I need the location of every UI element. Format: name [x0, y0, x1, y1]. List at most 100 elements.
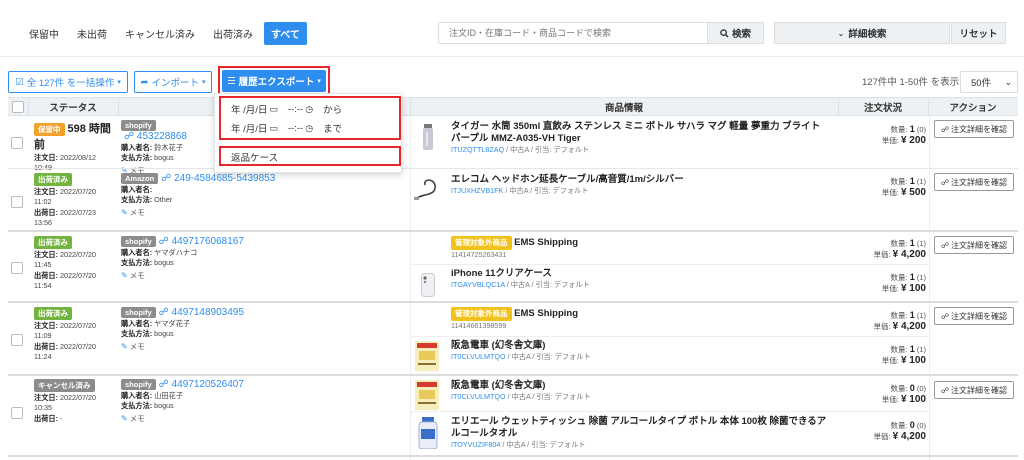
- product-thumbnail: [416, 417, 440, 449]
- order-link[interactable]: ☍ 4497148903495: [159, 307, 244, 318]
- advanced-search-button[interactable]: ⌄ 詳細検索: [774, 22, 950, 44]
- row-order-cell: shopify ☍ 4497148903495 購入者名: ヤマダ花子 支払方法:…: [121, 307, 406, 352]
- row-checkbox[interactable]: [11, 407, 23, 419]
- status-badge: 出荷済み: [34, 173, 72, 186]
- product-name: EMS Shipping: [514, 308, 578, 319]
- search-button[interactable]: 検索: [708, 22, 764, 44]
- returns-menu-item[interactable]: 返品ケース: [231, 150, 278, 164]
- product-thumbnail: [417, 272, 439, 298]
- order-detail-button[interactable]: ☍ 注文詳細を確認: [934, 381, 1014, 399]
- status-badge: 保留中: [34, 123, 65, 136]
- advanced-search-label: 詳細検索: [848, 29, 887, 40]
- time-from-input[interactable]: --:-- ◷: [288, 104, 313, 115]
- external-link-icon: ☍: [940, 311, 950, 321]
- row-status-cell: 出荷済み 注文日: 2022/07/20 11:09 出荷日: 2022/07/…: [34, 307, 96, 361]
- pencil-icon: ✎: [121, 413, 128, 423]
- sku-link[interactable]: ITOYVUZIF804: [451, 440, 500, 449]
- tab-shipped[interactable]: 出荷済み: [206, 22, 260, 45]
- unmanaged-badge: 管理対象外商品: [451, 236, 512, 250]
- order-link[interactable]: ☍ 249-4584685-5439853: [161, 173, 275, 184]
- tab-unshipped[interactable]: 未出荷: [70, 22, 114, 45]
- memo-link[interactable]: ✎ メモ: [121, 413, 406, 424]
- product-info: 管理対象外商品 EMS Shipping 11414661398599: [451, 307, 578, 330]
- product-info: タイガー 水筒 350ml 直飲み ステンレス ミニ ボトル サハラ マグ 軽量…: [451, 121, 829, 155]
- order-qty: 数量: 1 (1) 単価: ¥ 4,200: [873, 310, 926, 332]
- calendar-icon: ▭: [269, 103, 278, 114]
- sku-link[interactable]: IT0CLVULMTQO: [451, 352, 506, 361]
- external-link-icon: ☍: [940, 385, 950, 395]
- external-link-icon: ☍: [940, 177, 950, 187]
- channel-badge: shopify: [121, 379, 156, 390]
- caret-down-icon: ▾: [117, 79, 121, 86]
- product-thumbnail: [417, 124, 439, 150]
- bulk-action-label: 全 127件 を一括操作: [26, 78, 115, 89]
- divider: [0, 56, 1024, 57]
- sku-link[interactable]: ITUZQTTL8ZAQ: [451, 145, 504, 154]
- header-order-status: 注文状況: [863, 102, 902, 114]
- product-name: EMS Shipping: [514, 237, 578, 248]
- sku-link[interactable]: ITJUXHZVB1FK: [451, 186, 503, 195]
- channel-badge: shopify: [121, 120, 156, 131]
- row-order-cell: shopify ☍ 4497176068167 購入者名: ヤマダハナコ 支払方法…: [121, 236, 406, 281]
- tab-pending[interactable]: 保留中: [22, 22, 66, 45]
- order-link[interactable]: ☍ 4497120526407: [159, 379, 244, 390]
- order-detail-button[interactable]: ☍ 注文詳細を確認: [934, 120, 1014, 138]
- memo-link[interactable]: ✎ メモ: [121, 207, 406, 218]
- product-name: iPhone 11クリアケース: [451, 268, 552, 279]
- date-from-row: 年 /月/日 ▭ --:-- ◷ から: [231, 99, 342, 119]
- export-history-label: 履歴エクスポート: [238, 77, 315, 88]
- order-qty: 数量: 1 (1) 単価: ¥ 100: [881, 344, 926, 366]
- page-size-value: 50件: [971, 78, 992, 89]
- order-link[interactable]: ☍ 453228868: [124, 131, 187, 142]
- row-checkbox[interactable]: [11, 137, 23, 149]
- pencil-icon: ✎: [121, 207, 128, 217]
- date-to-row: 年 /月/日 ▭ --:-- ◷ まで: [231, 118, 342, 138]
- edit-icon: ☑: [15, 76, 24, 88]
- external-link-icon: ☍: [940, 240, 950, 250]
- product-name: エリエール ウェットティッシュ 除菌 アルコールタイプ ボトル 本体 100枚 …: [451, 416, 827, 439]
- header-status: ステータス: [49, 102, 97, 114]
- sku-link[interactable]: IT0CLVULMTQO: [451, 392, 506, 401]
- memo-link[interactable]: ✎ メモ: [121, 341, 406, 352]
- bulk-action-button[interactable]: ☑ 全 127件 を一括操作 ▾: [8, 71, 128, 93]
- search-input[interactable]: [438, 22, 708, 44]
- import-button[interactable]: ➦ インポート ▾: [134, 71, 212, 93]
- date-to-input[interactable]: 年 /月/日 ▭: [231, 121, 278, 136]
- search-button-label: 検索: [731, 29, 751, 40]
- external-link-icon: ☍: [940, 124, 950, 134]
- chevron-down-icon: ⌄: [1004, 76, 1012, 87]
- date-from-input[interactable]: 年 /月/日 ▭: [231, 102, 278, 117]
- tab-cancelled[interactable]: キャンセル済み: [118, 22, 202, 45]
- pencil-icon: ✎: [121, 341, 128, 351]
- clock-icon: ◷: [305, 122, 314, 133]
- tab-all[interactable]: すべて: [264, 21, 307, 45]
- row-checkbox[interactable]: [11, 262, 23, 274]
- channel-badge: shopify: [121, 307, 156, 318]
- order-link[interactable]: ☍ 4497176068167: [159, 236, 244, 247]
- header-product: 商品情報: [604, 102, 643, 114]
- caret-down-icon: ▾: [201, 79, 206, 86]
- channel-badge: Amazon: [121, 173, 159, 184]
- order-qty: 数量: 1 (0) 単価: ¥ 200: [881, 124, 926, 146]
- row-checkbox[interactable]: [11, 334, 23, 346]
- export-history-button[interactable]: ☰ 履歴エクスポート ▾: [222, 70, 326, 92]
- time-to-input[interactable]: --:-- ◷: [288, 123, 313, 134]
- page-size-select[interactable]: 50件 ⌄: [960, 71, 1018, 93]
- unmanaged-badge: 管理対象外商品: [451, 307, 512, 321]
- sku-link[interactable]: ITGAYVBLQC1A: [451, 280, 505, 289]
- reset-button[interactable]: リセット: [951, 22, 1006, 44]
- pencil-icon: ✎: [121, 270, 128, 280]
- order-detail-button[interactable]: ☍ 注文詳細を確認: [934, 236, 1014, 254]
- order-detail-button[interactable]: ☍ 注文詳細を確認: [934, 307, 1014, 325]
- caret-down-icon: ▾: [317, 78, 321, 85]
- product-info: 阪急電車 (幻冬舎文庫) IT0CLVULMTQO / 中古A / 引当: デフ…: [451, 380, 829, 402]
- status-badge: 出荷済み: [34, 307, 72, 320]
- order-qty: 数量: 0 (0) 単価: ¥ 100: [881, 383, 926, 405]
- calendar-icon: ▭: [269, 122, 278, 133]
- row-order-cell: shopify ☍ 4497120526407 購入者名: 山田花子 支払方法: …: [121, 379, 406, 424]
- memo-link[interactable]: ✎ メモ: [121, 270, 406, 281]
- table-header: ステータス 商品情報 注文状況 アクション: [8, 97, 1018, 116]
- order-detail-button[interactable]: ☍ 注文詳細を確認: [934, 173, 1014, 191]
- select-all-checkbox[interactable]: [12, 100, 24, 113]
- row-checkbox[interactable]: [11, 196, 23, 208]
